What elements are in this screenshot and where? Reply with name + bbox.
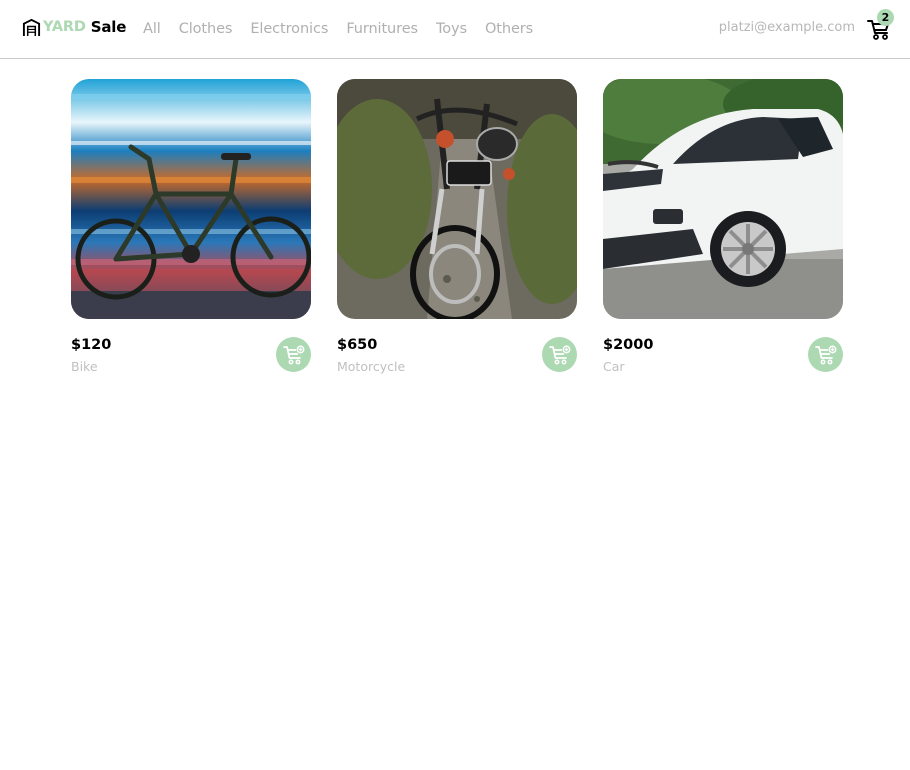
product-card: $120 Bike <box>71 79 311 374</box>
product-card: $650 Motorcycle <box>337 79 577 374</box>
add-to-cart-icon <box>282 345 304 364</box>
product-name: Motorcycle <box>337 359 406 374</box>
product-grid: $120 Bike $650 Motorcycle $2000 Car <box>71 79 843 374</box>
product-card: $2000 Car <box>603 79 843 374</box>
product-price: $650 <box>337 337 378 353</box>
logo[interactable]: YARD Sale <box>22 16 126 38</box>
nav-link-clothes[interactable]: Clothes <box>179 21 233 37</box>
add-to-cart-button[interactable] <box>276 337 311 372</box>
nav-link-others[interactable]: Others <box>485 21 533 37</box>
category-menu: All Clothes Electronics Furnitures Toys … <box>143 18 551 37</box>
product-info: $650 Motorcycle <box>337 337 577 374</box>
garage-icon <box>22 18 41 36</box>
navbar: YARD Sale All Clothes Electronics Furnit… <box>0 0 910 59</box>
nav-link-electronics[interactable]: Electronics <box>250 21 328 37</box>
logo-yard-text: YARD <box>43 19 86 35</box>
add-to-cart-icon <box>814 345 836 364</box>
add-to-cart-button[interactable] <box>808 337 843 372</box>
nav-link-furnitures[interactable]: Furnitures <box>346 21 418 37</box>
cart-count-badge: 2 <box>877 9 894 26</box>
product-info: $120 Bike <box>71 337 311 374</box>
product-name: Car <box>603 359 625 374</box>
nav-link-all[interactable]: All <box>143 21 161 37</box>
product-price: $120 <box>71 337 112 353</box>
user-email[interactable]: platzi@example.com <box>719 20 855 35</box>
product-price: $2000 <box>603 337 654 353</box>
bicycle-photo[interactable] <box>71 79 311 319</box>
logo-sale-text: Sale <box>90 18 127 36</box>
motorcycle-photo[interactable] <box>337 79 577 319</box>
add-to-cart-button[interactable] <box>542 337 577 372</box>
add-to-cart-icon <box>548 345 570 364</box>
nav-link-toys[interactable]: Toys <box>436 21 467 37</box>
product-info: $2000 Car <box>603 337 843 374</box>
suv-car-photo[interactable] <box>603 79 843 319</box>
product-name: Bike <box>71 359 98 374</box>
shopping-cart-button[interactable]: 2 <box>866 9 896 42</box>
